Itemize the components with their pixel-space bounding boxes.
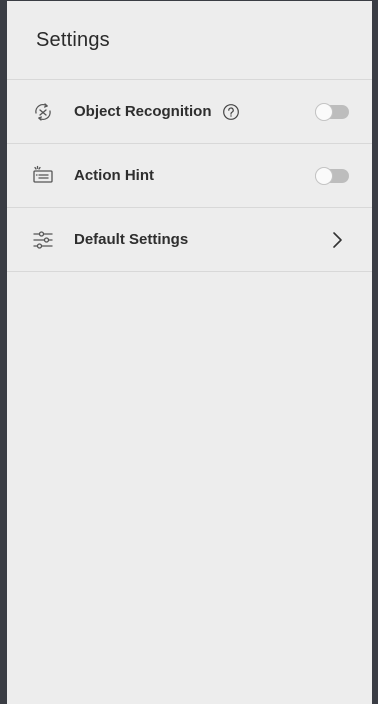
action-hint-toggle[interactable] [315,167,349,184]
object-recognition-icon [30,99,56,125]
settings-row-label: Object Recognition [74,103,212,120]
page-title: Settings [36,28,110,51]
settings-header: Settings [7,1,372,80]
object-recognition-toggle[interactable] [315,103,349,120]
toggle-knob [316,167,332,184]
settings-row-default-settings[interactable]: Default Settings [7,208,372,272]
settings-panel: Settings Object Recognition Action Hint … [0,0,378,704]
help-icon[interactable] [222,103,240,121]
settings-row-label: Default Settings [74,231,189,248]
action-hint-icon [30,163,56,189]
toggle-knob [316,103,332,120]
sliders-icon [30,227,56,253]
settings-row-action-hint[interactable]: Action Hint [7,144,372,208]
settings-row-label: Action Hint [74,167,154,184]
chevron-right-icon [330,231,344,249]
settings-row-object-recognition[interactable]: Object Recognition [7,80,372,144]
